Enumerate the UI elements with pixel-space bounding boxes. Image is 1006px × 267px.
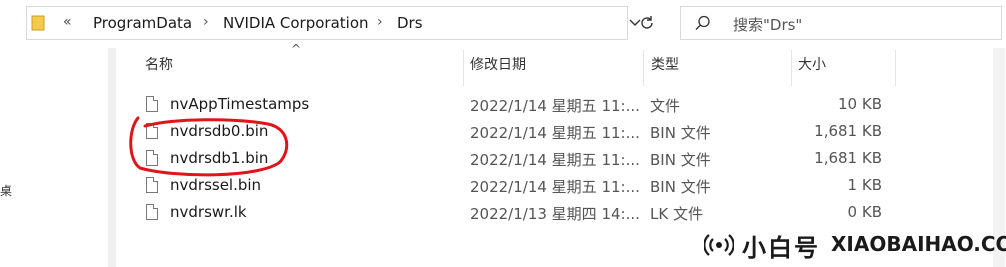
chevron-right-icon[interactable]: › <box>203 14 209 30</box>
breadcrumb-item-programdata[interactable]: ProgramData <box>93 14 192 32</box>
column-divider[interactable] <box>643 50 644 86</box>
search-input[interactable]: 搜索"Drs" <box>733 14 802 35</box>
file-icon <box>146 177 158 193</box>
refresh-icon <box>641 16 653 29</box>
file-row[interactable]: nvdrswr.lk 2022/1/13 星期四 14:... LK 文件 0 … <box>118 199 1004 226</box>
file-name: nvdrswr.lk <box>170 203 247 221</box>
file-type: BIN 文件 <box>650 124 711 142</box>
watermark-en: XIAOBAIHAO.COM <box>831 232 1006 256</box>
column-divider[interactable] <box>791 50 792 86</box>
folder-icon <box>31 15 45 31</box>
refresh-button[interactable] <box>634 10 660 36</box>
file-size: 0 KB <box>847 203 882 221</box>
file-date: 2022/1/14 星期五 11:... <box>470 151 640 169</box>
file-size: 1 KB <box>847 176 882 194</box>
file-date: 2022/1/14 星期五 11:... <box>470 178 640 196</box>
file-row[interactable]: nvdrsdb1.bin 2022/1/14 星期五 11:... BIN 文件… <box>118 145 1004 172</box>
chevron-right-icon[interactable]: › <box>377 14 383 30</box>
file-date: 2022/1/13 星期四 14:... <box>470 205 640 223</box>
file-name: nvdrsdb0.bin <box>170 122 269 140</box>
search-box[interactable]: 搜索"Drs" <box>680 6 1002 40</box>
column-divider[interactable] <box>895 50 896 86</box>
file-size: 10 KB <box>838 95 882 113</box>
column-header-type[interactable]: 类型 <box>651 54 679 82</box>
search-icon <box>695 15 710 30</box>
file-size: 1,681 KB <box>814 149 882 167</box>
file-row[interactable]: nvdrssel.bin 2022/1/14 星期五 11:... BIN 文件… <box>118 172 1004 199</box>
watermark-cn: 小白号 <box>742 234 820 262</box>
nav-scrollbar[interactable] <box>108 48 116 267</box>
column-header-date[interactable]: 修改日期 <box>470 54 526 82</box>
file-row[interactable]: nvAppTimestamps 2022/1/14 星期五 11:... 文件 … <box>118 91 1004 118</box>
file-icon <box>146 123 158 139</box>
toolbar: « ProgramData › NVIDIA Corporation › Drs… <box>0 0 1006 44</box>
breadcrumb-item-nvidia[interactable]: NVIDIA Corporation <box>223 14 369 32</box>
nav-item-label[interactable]: 桌 <box>0 182 12 199</box>
file-name: nvdrsdb1.bin <box>170 149 269 167</box>
file-date: 2022/1/14 星期五 11:... <box>470 97 640 115</box>
file-size: 1,681 KB <box>814 122 882 140</box>
file-type: 文件 <box>650 97 681 115</box>
file-type: LK 文件 <box>650 205 703 223</box>
file-type: BIN 文件 <box>650 151 711 169</box>
breadcrumb-item-drs[interactable]: Drs <box>397 14 423 32</box>
signal-icon <box>704 234 734 256</box>
file-icon <box>146 96 158 112</box>
file-type: BIN 文件 <box>650 178 711 196</box>
sort-ascending-icon: ^ <box>291 42 302 56</box>
file-name: nvAppTimestamps <box>170 95 310 113</box>
navigation-pane: 桌 <box>0 44 117 267</box>
column-header-name[interactable]: 名称 <box>145 54 173 82</box>
file-icon <box>146 204 158 220</box>
breadcrumb-overflow-button[interactable]: « <box>63 14 72 30</box>
address-bar[interactable]: « ProgramData › NVIDIA Corporation › Drs <box>26 6 641 40</box>
file-icon <box>146 150 158 166</box>
file-name: nvdrssel.bin <box>170 176 262 194</box>
column-header-size[interactable]: 大小 <box>798 54 826 82</box>
column-divider[interactable] <box>463 50 464 86</box>
file-date: 2022/1/14 星期五 11:... <box>470 124 640 142</box>
file-row[interactable]: nvdrsdb0.bin 2022/1/14 星期五 11:... BIN 文件… <box>118 118 1004 145</box>
